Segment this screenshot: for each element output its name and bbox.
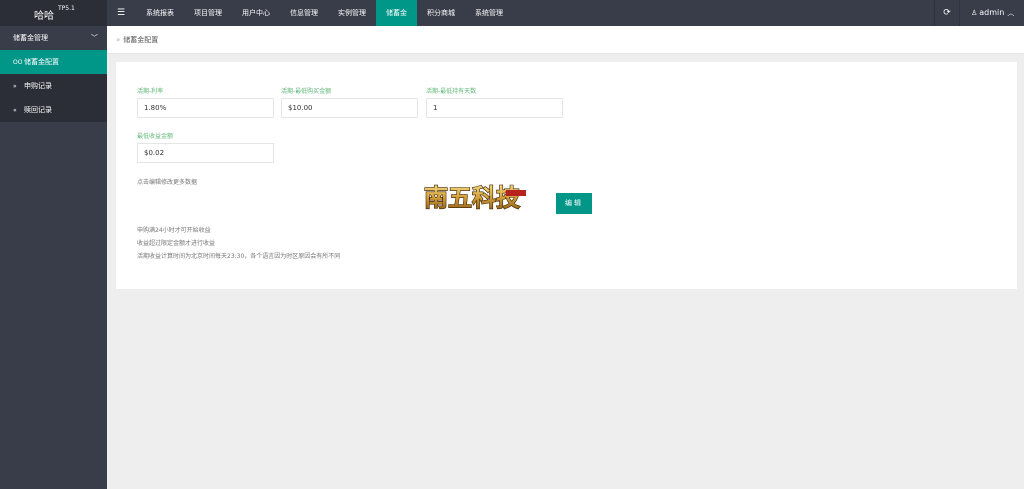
refresh-icon[interactable]: ⟳	[934, 0, 960, 26]
top-navbar: 哈哈 TP5.1 ☰ 系统报表 项目管理 用户中心 信息管理 实例管理 储蓄金 …	[0, 0, 1024, 26]
min-days-input[interactable]	[426, 98, 563, 118]
min-earnings-input[interactable]	[137, 143, 274, 163]
rate-input[interactable]	[137, 98, 274, 118]
breadcrumb-arrow-icon: »	[116, 36, 121, 44]
sidebar-submenu: OO 储蓄金配置 » 申购记录 « 赎回记录	[0, 50, 107, 122]
min-purchase-input[interactable]	[281, 98, 418, 118]
note-line: 活期收益计算时间为北京时间每天23:30，各个语言因为时区原因会有所不同	[137, 253, 341, 260]
nav-item-reports[interactable]: 系统报表	[136, 0, 184, 26]
sidebar-group-savings[interactable]: 储蓄金管理 ﹀	[0, 26, 107, 50]
double-right-icon: »	[13, 83, 17, 90]
config-icon: OO	[13, 59, 23, 66]
nav-item-points-mall[interactable]: 积分商城	[417, 0, 465, 26]
sidebar: 储蓄金管理 ﹀ OO 储蓄金配置 » 申购记录 « 赎回记录	[0, 26, 107, 489]
nav-item-savings[interactable]: 储蓄金	[376, 0, 417, 26]
chevron-up-icon: ︿	[1007, 9, 1015, 17]
user-name: admin	[979, 8, 1005, 17]
watermark-logo: 南五科技	[420, 180, 530, 214]
field-label: 活期-最低购买金额	[281, 88, 332, 95]
app-logo: 哈哈 TP5.1	[0, 0, 107, 26]
app-version: TP5.1	[58, 5, 75, 12]
edit-button[interactable]: 编辑	[556, 193, 592, 214]
main-nav: 系统报表 项目管理 用户中心 信息管理 实例管理 储蓄金 积分商城 系统管理	[136, 0, 513, 26]
double-left-icon: «	[13, 107, 17, 114]
breadcrumb: » 储蓄金配置	[107, 26, 1024, 54]
field-min-purchase: 活期-最低购买金额	[281, 86, 418, 118]
app-name: 哈哈	[34, 11, 54, 22]
sidebar-item-config[interactable]: OO 储蓄金配置	[0, 50, 107, 74]
hamburger-icon[interactable]: ☰	[114, 6, 128, 20]
user-menu[interactable]: ♙ admin ︿	[962, 0, 1024, 26]
nav-item-info[interactable]: 信息管理	[280, 0, 328, 26]
nav-item-users[interactable]: 用户中心	[232, 0, 280, 26]
field-label: 最低收益金额	[137, 133, 174, 140]
field-rate: 活期-利率	[137, 86, 274, 118]
edit-hint: 点击编辑修改更多数据	[137, 179, 198, 186]
field-min-days: 活期-最低持有天数	[426, 86, 563, 118]
note-line: 收益超过限定金额才进行收益	[137, 240, 216, 247]
note-line: 申购满24小时才可开始收益	[137, 227, 211, 234]
chevron-down-icon: ﹀	[91, 34, 98, 42]
sidebar-item-redemptions[interactable]: « 赎回记录	[0, 98, 107, 122]
nav-item-instances[interactable]: 实例管理	[328, 0, 376, 26]
nav-item-projects[interactable]: 项目管理	[184, 0, 232, 26]
sidebar-item-label: 申购记录	[24, 82, 52, 90]
sidebar-item-purchases[interactable]: » 申购记录	[0, 74, 107, 98]
field-label: 活期-利率	[137, 88, 164, 95]
sidebar-item-label: 储蓄金配置	[24, 58, 59, 66]
svg-text:南五科技: 南五科技	[424, 183, 521, 212]
main-content: »储蓄金配置 活期-利率 活期-最低购买金额 活期-最低持有天数 最低收益金额 …	[107, 26, 1024, 489]
nav-item-system[interactable]: 系统管理	[465, 0, 513, 26]
config-card: 活期-利率 活期-最低购买金额 活期-最低持有天数 最低收益金额 点击编辑修改更…	[116, 62, 1017, 289]
field-label: 活期-最低持有天数	[426, 88, 477, 95]
user-icon: ♙	[971, 9, 978, 17]
field-min-earnings: 最低收益金额	[137, 131, 274, 163]
breadcrumb-label[interactable]: 储蓄金配置	[123, 36, 158, 44]
sidebar-group-label: 储蓄金管理	[13, 34, 48, 42]
sidebar-item-label: 赎回记录	[24, 106, 52, 114]
